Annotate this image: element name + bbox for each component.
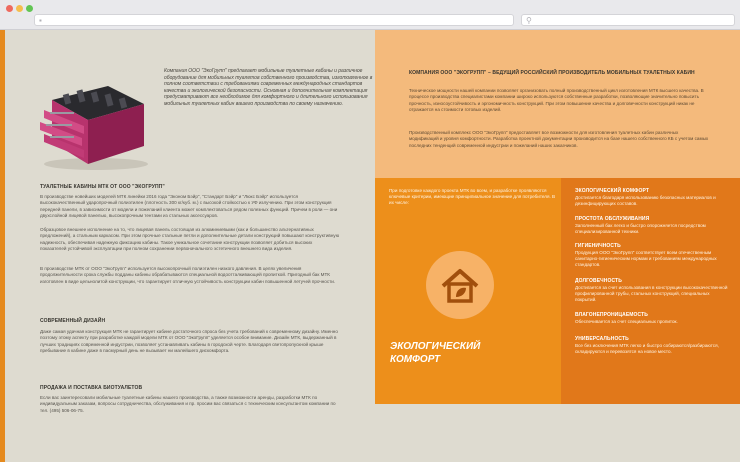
browser-toolbar: ▪ ⚲ — [0, 0, 740, 30]
section-title-sales: ПРОДАЖА И ПОСТАВКА БИОТУАЛЕТОВ — [40, 385, 143, 391]
feature-text: Продукция ООО "ЭкоГрупп" соответствует в… — [575, 250, 717, 268]
address-bar[interactable]: ▪ — [34, 14, 514, 26]
eco-house-icon — [426, 251, 494, 319]
toolbox-image — [40, 86, 148, 170]
section-text: В производстве МТК от ООО "ЭкоГрупп" исп… — [40, 266, 336, 284]
eco-heading-line: КОМФОРТ — [390, 354, 441, 365]
feature-title: ДОЛГОВЕЧНОСТЬ — [575, 278, 622, 284]
section-text: Образцовое внешнее исполнение на то, что… — [40, 227, 340, 252]
feature-title: ЭКОЛОГИЧЕСКИЙ КОМФОРТ — [575, 188, 649, 194]
left-accent-stripe — [0, 30, 5, 462]
eco-intro-text: При подготовке каждого проекта МТК во вс… — [389, 188, 556, 206]
company-text: Техническое мощности нашей компании позв… — [409, 88, 704, 113]
feature-title: ГИГИЕНИЧНОСТЬ — [575, 243, 621, 249]
feature-text: Достигается благодаря использованию безо… — [575, 195, 716, 207]
company-title: КОМПАНИЯ ООО "ЭКОГРУПП" – ВЕДУЩИЙ РОССИЙ… — [409, 70, 695, 76]
feature-title: ВЛАГОНЕПРОНИЦАЕМОСТЬ — [575, 312, 648, 318]
features-column: ЭКОЛОГИЧЕСКИЙ КОМФОРТ Достигается благод… — [561, 178, 740, 404]
section-text: Даже самая удачная конструкция МТК не га… — [40, 329, 338, 354]
feature-text: Достигается за счет использования в конс… — [575, 285, 728, 303]
web-page: Компания ООО "ЭкоГрупп" предлагает мобил… — [0, 30, 740, 462]
eco-heading-line: ЭКОЛОГИЧЕСКИЙ — [390, 341, 481, 352]
section-text: Если вас заинтересовали мобильные туалет… — [40, 395, 336, 413]
page-icon: ▪ — [39, 16, 42, 25]
section-title-cabins: ТУАЛЕТНЫЕ КАБИНЫ МТК ОТ ООО "ЭКОГРУПП" — [40, 184, 165, 190]
feature-text: Все без исключения МТК легко и быстро со… — [575, 343, 719, 355]
close-window-button[interactable] — [6, 5, 13, 12]
intro-text: Компания ООО "ЭкоГрупп" предлагает мобил… — [164, 68, 373, 107]
feature-title: ПРОСТОТА ОБСЛУЖИВАНИЯ — [575, 216, 650, 222]
feature-text: Обеспечивается за счет специальных пропи… — [575, 319, 678, 324]
eco-comfort-heading: ЭКОЛОГИЧЕСКИЙ КОМФОРТ — [390, 340, 540, 366]
search-icon: ⚲ — [526, 16, 532, 25]
section-text: В производстве новейших моделей МТК лине… — [40, 194, 338, 219]
company-info-panel: КОМПАНИЯ ООО "ЭКОГРУПП" – ВЕДУЩИЙ РОССИЙ… — [375, 30, 740, 178]
maximize-window-button[interactable] — [26, 5, 33, 12]
section-title-design: СОВРЕМЕННЫЙ ДИЗАЙН — [40, 318, 106, 324]
search-input[interactable]: ⚲ — [521, 14, 735, 26]
minimize-window-button[interactable] — [16, 5, 23, 12]
feature-text: Заполненный бак легко и быстро опорожняе… — [575, 223, 706, 235]
feature-title: УНИВЕРСАЛЬНОСТЬ — [575, 336, 629, 342]
company-text: Производственный комплекс ООО "ЭкоГрупп"… — [409, 130, 709, 148]
